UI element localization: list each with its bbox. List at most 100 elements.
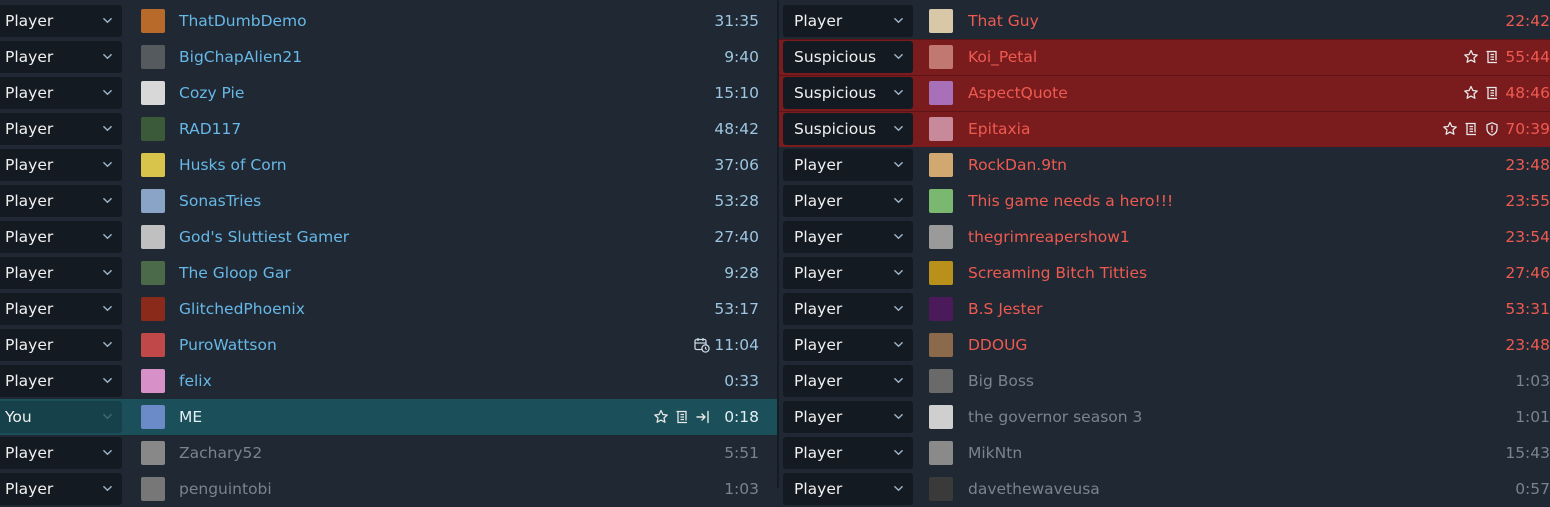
role-select[interactable]: Player [0, 437, 122, 469]
player-row[interactable]: Player GlitchedPhoenix 53:17 [0, 291, 777, 327]
player-name[interactable]: MikNtn [968, 444, 1022, 462]
star-icon[interactable] [1463, 49, 1479, 65]
player-name[interactable]: ME [179, 408, 202, 426]
scroll-icon[interactable] [1463, 121, 1479, 137]
player-name[interactable]: SonasTries [179, 192, 261, 210]
avatar[interactable] [929, 261, 953, 285]
player-name[interactable]: ThatDumbDemo [179, 12, 307, 30]
player-name[interactable]: God's Sluttiest Gamer [179, 228, 349, 246]
scroll-icon[interactable] [674, 409, 690, 425]
player-name[interactable]: BigChapAlien21 [179, 48, 302, 66]
player-name[interactable]: That Guy [968, 12, 1039, 30]
player-row[interactable]: Player RAD117 48:42 [0, 111, 777, 147]
player-row[interactable]: Player thegrimreapershow1 23:54 [779, 219, 1550, 255]
player-row[interactable]: Player felix 0:33 [0, 363, 777, 399]
avatar[interactable] [141, 9, 165, 33]
avatar[interactable] [929, 81, 953, 105]
role-select[interactable]: Player [783, 473, 913, 505]
avatar[interactable] [141, 153, 165, 177]
avatar[interactable] [929, 333, 953, 357]
avatar[interactable] [141, 477, 165, 501]
player-row[interactable]: Suspicious AspectQuote 48:46 [779, 75, 1550, 111]
avatar[interactable] [141, 297, 165, 321]
avatar[interactable] [929, 9, 953, 33]
player-name[interactable]: Koi_Petal [968, 48, 1037, 66]
avatar[interactable] [929, 441, 953, 465]
role-select[interactable]: Player [783, 293, 913, 325]
role-select[interactable]: Player [783, 329, 913, 361]
player-name[interactable]: AspectQuote [968, 84, 1068, 102]
avatar[interactable] [141, 441, 165, 465]
player-name[interactable]: RockDan.9tn [968, 156, 1067, 174]
player-row[interactable]: Player Zachary52 5:51 [0, 435, 777, 471]
role-select[interactable]: Suspicious [783, 41, 913, 73]
role-select[interactable]: Player [783, 257, 913, 289]
role-select[interactable]: Player [0, 41, 122, 73]
avatar[interactable] [141, 369, 165, 393]
avatar[interactable] [141, 333, 165, 357]
player-row[interactable]: Player davethewaveusa 0:57 [779, 471, 1550, 507]
player-row[interactable]: Player ThatDumbDemo 31:35 [0, 3, 777, 39]
avatar[interactable] [141, 225, 165, 249]
player-row[interactable]: Suspicious Epitaxia 70:39 [779, 111, 1550, 147]
player-row[interactable]: Player Husks of Corn 37:06 [0, 147, 777, 183]
avatar[interactable] [929, 45, 953, 69]
role-select[interactable]: Suspicious [783, 77, 913, 109]
avatar[interactable] [929, 405, 953, 429]
player-row[interactable]: Player SonasTries 53:28 [0, 183, 777, 219]
player-name[interactable]: penguintobi [179, 480, 272, 498]
player-row[interactable]: Player BigChapAlien21 9:40 [0, 39, 777, 75]
avatar[interactable] [141, 117, 165, 141]
avatar[interactable] [929, 117, 953, 141]
role-select[interactable]: Player [783, 221, 913, 253]
avatar[interactable] [141, 189, 165, 213]
role-select[interactable]: Player [0, 221, 122, 253]
player-name[interactable]: Screaming Bitch Titties [968, 264, 1147, 282]
player-row[interactable]: Player Big Boss 1:03 [779, 363, 1550, 399]
player-row[interactable]: Player God's Sluttiest Gamer 27:40 [0, 219, 777, 255]
player-row[interactable]: Player That Guy 22:42 [779, 3, 1550, 39]
role-select[interactable]: Player [0, 257, 122, 289]
avatar[interactable] [929, 153, 953, 177]
shield-icon[interactable] [1484, 121, 1500, 137]
scroll-icon[interactable] [1484, 85, 1500, 101]
player-row[interactable]: Player This game needs a hero!!! 23:55 [779, 183, 1550, 219]
role-select[interactable]: Suspicious [783, 113, 913, 145]
avatar[interactable] [141, 261, 165, 285]
role-select[interactable]: Player [0, 329, 122, 361]
player-row[interactable]: You ME 0:18 [0, 399, 777, 435]
role-select[interactable]: Player [783, 5, 913, 37]
player-name[interactable]: This game needs a hero!!! [968, 192, 1173, 210]
role-select[interactable]: Player [0, 113, 122, 145]
player-row[interactable]: Player DDOUG 23:48 [779, 327, 1550, 363]
player-name[interactable]: RAD117 [179, 120, 241, 138]
avatar[interactable] [141, 45, 165, 69]
player-row[interactable]: Player The Gloop Gar 9:28 [0, 255, 777, 291]
player-row[interactable]: Player Screaming Bitch Titties 27:46 [779, 255, 1550, 291]
role-select[interactable]: Player [0, 77, 122, 109]
player-row[interactable]: Player Cozy Pie 15:10 [0, 75, 777, 111]
player-name[interactable]: Zachary52 [179, 444, 262, 462]
player-name[interactable]: Husks of Corn [179, 156, 287, 174]
role-select[interactable]: Player [0, 185, 122, 217]
star-icon[interactable] [1463, 85, 1479, 101]
player-name[interactable]: The Gloop Gar [179, 264, 291, 282]
avatar[interactable] [141, 405, 165, 429]
avatar[interactable] [141, 81, 165, 105]
player-name[interactable]: thegrimreapershow1 [968, 228, 1130, 246]
avatar[interactable] [929, 369, 953, 393]
player-row[interactable]: Player PuroWattson 11:04 [0, 327, 777, 363]
join-icon[interactable] [695, 409, 711, 425]
role-select[interactable]: Player [0, 365, 122, 397]
player-row[interactable]: Player MikNtn 15:43 [779, 435, 1550, 471]
star-icon[interactable] [653, 409, 669, 425]
player-name[interactable]: GlitchedPhoenix [179, 300, 305, 318]
player-row[interactable]: Suspicious Koi_Petal 55:44 [779, 39, 1550, 75]
avatar[interactable] [929, 225, 953, 249]
player-row[interactable]: Player the governor season 3 1:01 [779, 399, 1550, 435]
role-select[interactable]: Player [783, 437, 913, 469]
player-row[interactable]: Player RockDan.9tn 23:48 [779, 147, 1550, 183]
avatar[interactable] [929, 189, 953, 213]
player-row[interactable]: Player B.S Jester 53:31 [779, 291, 1550, 327]
role-select[interactable]: Player [0, 473, 122, 505]
